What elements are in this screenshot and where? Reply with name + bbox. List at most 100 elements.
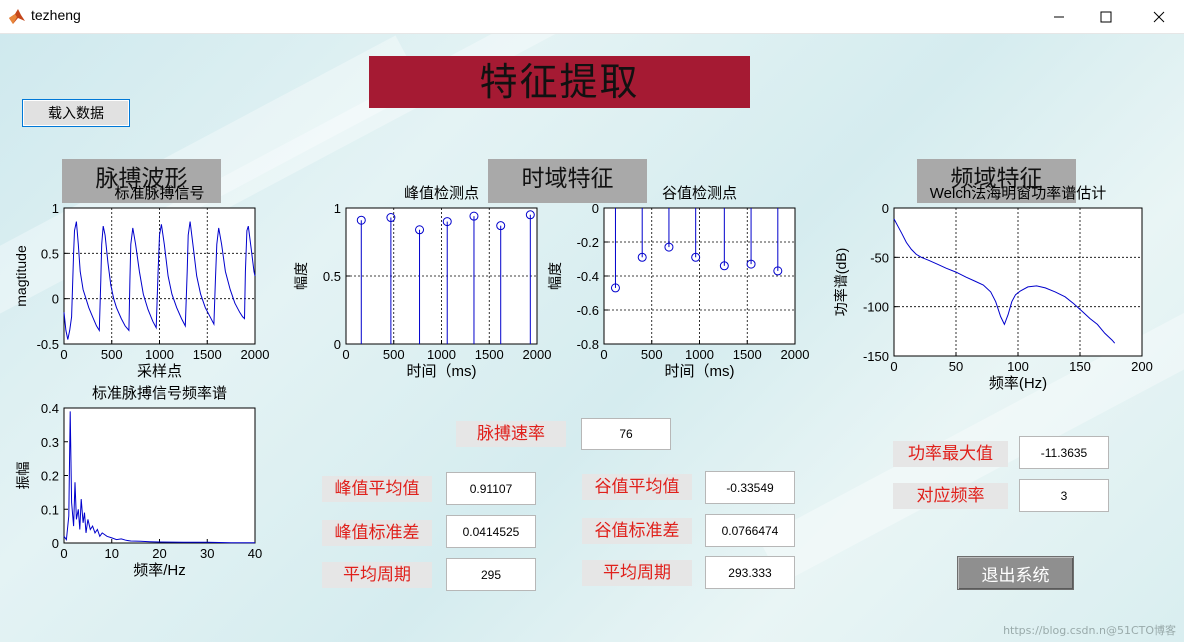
x-tick-label: 1500 <box>475 347 504 362</box>
y-tick-label: -100 <box>863 300 889 315</box>
corr-freq-label: 对应频率 <box>893 483 1008 509</box>
y-tick-label: -0.6 <box>577 303 599 318</box>
peak-std-label: 峰值标准差 <box>322 520 432 546</box>
x-tick-label: 2000 <box>781 347 810 362</box>
valley-points-chart: 0 500 1000 1500 2000 0 -0.2 -0.4 -0.6 -0.8 谷值检测点时间… <box>547 185 809 380</box>
chart-title: 标准脉搏信号频率谱 <box>92 385 227 402</box>
welch-psd-chart: 0 50 100 150 200 0 -50 -100 -150 Welch法海明窗功率谱估计频率… <box>833 184 1153 392</box>
x-tick-label: 0 <box>60 347 67 362</box>
peak-std-value: 0.0414525 <box>446 515 536 548</box>
pulse-spectrum-chart: 0 10 20 30 40 0 0.1 0.2 0.3 0.4 标准脉搏信号频率谱频率/Hz 振幅 <box>15 385 262 579</box>
valley-std-label: 谷值标准差 <box>582 518 692 544</box>
minimize-icon <box>1054 16 1064 17</box>
y-tick-label: -150 <box>863 349 889 364</box>
y-axis-label: magtitude <box>13 245 29 307</box>
corr-freq-value: 3 <box>1019 479 1109 512</box>
x-tick-label: 200 <box>1131 359 1153 374</box>
x-tick-label: 50 <box>949 359 963 374</box>
plot-area: 0 500 1000 1500 2000-0.500.51标准脉搏信号采样点magtit… <box>13 185 269 380</box>
x-tick-label: 10 <box>105 546 119 561</box>
x-tick-label: 2000 <box>241 347 270 362</box>
y-tick-label: 0 <box>52 536 59 551</box>
x-tick-label: 500 <box>641 347 663 362</box>
peak-period-label: 平均周期 <box>322 562 432 588</box>
valley-mean-label: 谷值平均值 <box>582 474 692 500</box>
chart-title: 峰值检测点 <box>404 185 479 202</box>
x-axis-label: 时间（ms) <box>665 363 735 380</box>
close-icon <box>1153 11 1165 22</box>
figure-client-area: 特征提取 载入数据 脉搏波形 时域特征 频域特征 0 500 1000 1500 200… <box>0 34 1184 642</box>
window-titlebar: tezheng <box>0 0 1184 34</box>
watermark: https://blog.csdn.n@51CTO博客 <box>1003 624 1176 637</box>
exit-system-button[interactable]: 退出系统 <box>957 556 1074 590</box>
y-tick-label: -50 <box>870 250 889 265</box>
peak-period-value: 295 <box>446 558 536 591</box>
valley-std-value: 0.0766474 <box>705 514 795 547</box>
x-tick-label: 0 <box>342 347 349 362</box>
load-data-button[interactable]: 载入数据 <box>22 99 130 127</box>
chart-title: 标准脉搏信号 <box>114 185 204 202</box>
x-axis-label: 频率(Hz) <box>989 375 1047 392</box>
y-tick-label: 0 <box>52 292 59 307</box>
axes-box <box>63 407 256 544</box>
power-max-label: 功率最大值 <box>893 441 1008 467</box>
x-tick-label: 1000 <box>685 347 714 362</box>
x-axis-label: 频率/Hz <box>133 562 186 579</box>
x-axis-label: 时间（ms) <box>407 363 477 380</box>
power-max-value: -11.3635 <box>1019 436 1109 469</box>
y-tick-label: 0 <box>334 337 341 352</box>
y-tick-label: 0.5 <box>323 269 341 284</box>
chart-title: 谷值检测点 <box>662 185 737 202</box>
x-tick-label: 1500 <box>193 347 222 362</box>
y-axis-label: 幅度 <box>547 262 563 290</box>
maximize-icon <box>1100 11 1112 22</box>
x-tick-label: 100 <box>1007 359 1029 374</box>
close-button[interactable] <box>1136 0 1182 33</box>
x-tick-label: 0 <box>60 546 67 561</box>
pulse-rate-label: 脉搏速率 <box>456 421 566 447</box>
y-tick-label: -0.2 <box>577 235 599 250</box>
y-tick-label: 0.1 <box>41 502 59 517</box>
valley-period-value: 293.333 <box>705 556 795 589</box>
maximize-button[interactable] <box>1083 0 1129 33</box>
y-tick-label: 0 <box>882 201 889 216</box>
y-tick-label: 0.5 <box>41 246 59 261</box>
matlab-icon <box>9 9 25 24</box>
x-tick-label: 0 <box>890 359 897 374</box>
peak-mean-value: 0.91107 <box>446 472 536 505</box>
y-axis-label: 功率谱(dB) <box>833 248 849 316</box>
main-title: 特征提取 <box>369 56 750 108</box>
plot-area: 0 10 20 30 40 0 0.1 0.2 0.3 0.4 标准脉搏信号频率谱频率/Hz 振幅 <box>15 385 262 579</box>
y-tick-label: 1 <box>334 201 341 216</box>
x-tick-label: 1000 <box>145 347 174 362</box>
plot-area: 0 500 1000 1500 2000 0 -0.2 -0.4 -0.6 -0.8 谷值检测点时间… <box>547 185 809 380</box>
valley-mean-value: -0.33549 <box>705 471 795 504</box>
pulse-rate-value: 76 <box>581 418 671 450</box>
window-title: tezheng <box>31 7 81 23</box>
y-tick-label: 0.4 <box>41 401 59 416</box>
y-tick-label: 0 <box>592 201 599 216</box>
y-tick-label: 0.2 <box>41 469 59 484</box>
y-tick-label: 0.3 <box>41 435 59 450</box>
x-tick-label: 150 <box>1069 359 1091 374</box>
y-tick-label: -0.4 <box>577 269 599 284</box>
y-tick-label: 1 <box>52 201 59 216</box>
chart-title: Welch法海明窗功率谱估计 <box>930 184 1106 202</box>
y-tick-label: -0.8 <box>577 337 599 352</box>
x-tick-label: 1500 <box>733 347 762 362</box>
x-tick-label: 1000 <box>427 347 456 362</box>
x-tick-label: 40 <box>248 546 262 561</box>
plot-area: 0 50 100 150 200 0 -50 -100 -150 Welch法海明窗功率谱估计频率… <box>833 184 1153 392</box>
peak-mean-label: 峰值平均值 <box>322 476 432 502</box>
y-axis-label: 幅度 <box>293 262 309 290</box>
minimize-button[interactable] <box>1036 0 1082 33</box>
plot-area: 0 500 1000 1500 200000.51峰值检测点时间（ms)幅度 <box>293 185 551 380</box>
x-tick-label: 500 <box>101 347 123 362</box>
pulse-signal-chart: 0 500 1000 1500 2000-0.500.51标准脉搏信号采样点magtit… <box>13 185 269 380</box>
y-axis-label: 振幅 <box>15 462 31 490</box>
x-tick-label: 30 <box>200 546 214 561</box>
x-tick-label: 20 <box>152 546 166 561</box>
y-tick-label: -0.5 <box>37 337 59 352</box>
x-tick-label: 500 <box>383 347 405 362</box>
x-tick-label: 0 <box>600 347 607 362</box>
